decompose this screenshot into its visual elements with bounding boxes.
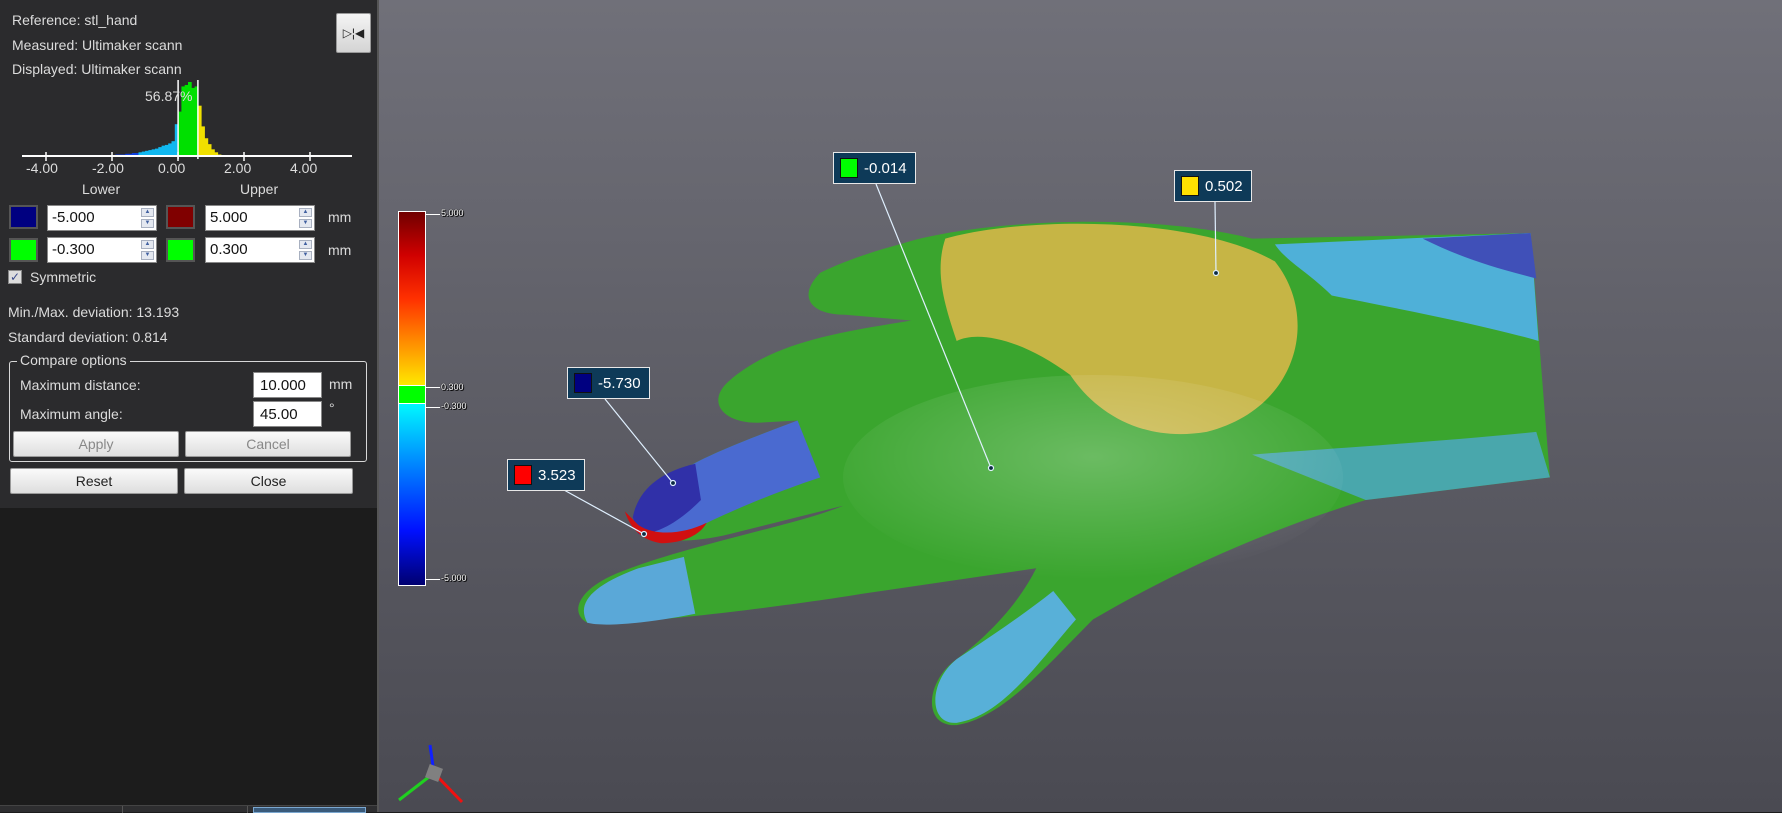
displayed-label: Displayed: Ultimaker scann xyxy=(12,61,182,77)
upper-max-color-button[interactable] xyxy=(166,205,195,229)
hand-mesh xyxy=(398,183,1550,804)
histogram-tick-label: 2.00 xyxy=(224,160,252,176)
legend-tolerance xyxy=(399,385,425,405)
upper-max-input[interactable]: 5.000 ▲ ▼ xyxy=(205,205,315,231)
histogram-bar xyxy=(164,144,169,156)
legend-label-max: 5.000 xyxy=(441,208,464,218)
deviation-callout[interactable]: 0.502 xyxy=(1174,170,1252,202)
upper-max-value: 5.000 xyxy=(210,209,248,226)
measured-label: Measured: Ultimaker scann xyxy=(12,37,183,53)
deviation-callout[interactable]: -0.014 xyxy=(833,152,916,184)
deviation-callout[interactable]: -5.730 xyxy=(567,367,650,399)
max-angle-label: Maximum angle: xyxy=(20,406,123,422)
compare-options-title: Compare options xyxy=(17,352,130,368)
histogram-bar xyxy=(204,138,209,156)
standard-deviation: Standard deviation: 0.814 xyxy=(8,329,168,345)
spin-down-icon[interactable]: ▼ xyxy=(141,219,154,228)
spin-up-icon[interactable]: ▲ xyxy=(141,208,154,217)
symmetric-checkbox[interactable]: ✓ xyxy=(8,270,22,284)
upper-tol-color-button[interactable] xyxy=(166,238,195,262)
callout-swatch xyxy=(840,158,858,178)
spin-up-icon[interactable]: ▲ xyxy=(299,208,312,217)
histogram-bar xyxy=(207,144,212,156)
lower-max-input[interactable]: -5.000 ▲ ▼ xyxy=(47,205,157,231)
spin-down-icon[interactable]: ▼ xyxy=(299,219,312,228)
axis-gizmo xyxy=(398,744,464,804)
callout-value: -5.730 xyxy=(598,374,641,392)
flip-horizontal-icon: ▷¦◀ xyxy=(342,26,365,40)
empty-panel-area xyxy=(0,508,377,805)
histogram-tick-label: 0.00 xyxy=(158,160,186,176)
legend-label-min: -5.000 xyxy=(441,573,467,583)
histogram-bar xyxy=(201,126,205,156)
lower-max-color-button[interactable] xyxy=(9,205,38,229)
histogram-bar xyxy=(158,147,162,156)
spin-down-icon[interactable]: ▼ xyxy=(299,251,312,260)
legend-tick xyxy=(426,579,440,580)
histogram-bar xyxy=(155,148,159,156)
callout-value: -0.014 xyxy=(864,159,907,177)
callout-value: 3.523 xyxy=(538,466,576,484)
legend-tick xyxy=(426,214,440,215)
lower-tol-color-button[interactable] xyxy=(9,238,38,262)
spin-up-icon[interactable]: ▲ xyxy=(299,240,312,249)
symmetric-label: Symmetric xyxy=(30,269,97,285)
flip-button[interactable]: ▷¦◀ xyxy=(336,13,371,53)
color-legend-bar xyxy=(398,211,426,586)
legend-tick xyxy=(426,407,440,408)
callout-swatch xyxy=(1181,176,1199,196)
histogram-bar xyxy=(171,141,176,156)
reference-label: Reference: stl_hand xyxy=(12,12,138,28)
deviation-callout[interactable]: 3.523 xyxy=(507,459,585,491)
deviation-panel: Reference: stl_hand Measured: Ultimaker … xyxy=(0,0,377,508)
histogram-bar xyxy=(161,145,166,156)
spin-down-icon[interactable]: ▼ xyxy=(141,251,154,260)
max-distance-label: Maximum distance: xyxy=(20,377,141,393)
upper-label: Upper xyxy=(240,181,279,197)
check-icon: ✓ xyxy=(9,270,21,284)
legend-negative xyxy=(399,404,425,585)
max-distance-input[interactable]: 10.000 xyxy=(253,372,322,398)
max-angle-input[interactable]: 45.00 xyxy=(253,401,322,427)
legend-positive xyxy=(399,212,425,386)
callout-value: 0.502 xyxy=(1205,177,1243,195)
max-angle-unit: ° xyxy=(329,400,335,416)
unit-label: mm xyxy=(328,209,352,225)
bottom-tab-strip xyxy=(0,805,377,813)
callout-swatch xyxy=(514,465,532,485)
3d-viewport[interactable]: 5.000 0.300 -0.300 -5.000 -0.014 0.502 -… xyxy=(377,0,1782,812)
histogram-bar xyxy=(168,143,172,156)
lower-label: Lower xyxy=(82,181,121,197)
histogram-tick-label: -2.00 xyxy=(92,160,124,176)
lower-tol-value: -0.300 xyxy=(52,241,95,258)
legend-tick xyxy=(426,387,440,388)
tab-selected[interactable] xyxy=(253,807,366,813)
lower-tol-input[interactable]: -0.300 ▲ ▼ xyxy=(47,237,157,263)
max-angle-value: 45.00 xyxy=(260,406,298,423)
callout-swatch xyxy=(574,373,592,393)
spin-up-icon[interactable]: ▲ xyxy=(141,240,154,249)
unit-label: mm xyxy=(328,242,352,258)
lower-max-value: -5.000 xyxy=(52,209,95,226)
legend-label-lower-tol: -0.300 xyxy=(441,401,467,411)
histogram-percent: 56.87% xyxy=(145,88,193,104)
max-distance-value: 10.000 xyxy=(260,377,306,394)
histogram-tick-label: -4.00 xyxy=(26,160,58,176)
apply-button[interactable]: Apply xyxy=(13,431,179,457)
histogram-tick-label: 4.00 xyxy=(290,160,318,176)
close-button[interactable]: Close xyxy=(184,468,353,494)
cancel-button[interactable]: Cancel xyxy=(185,431,351,457)
minmax-deviation: Min./Max. deviation: 13.193 xyxy=(8,304,180,320)
upper-tol-input[interactable]: 0.300 ▲ ▼ xyxy=(205,237,315,263)
reset-button[interactable]: Reset xyxy=(10,468,178,494)
legend-label-upper-tol: 0.300 xyxy=(441,382,464,392)
upper-tol-value: 0.300 xyxy=(210,241,248,258)
max-distance-unit: mm xyxy=(329,376,353,392)
